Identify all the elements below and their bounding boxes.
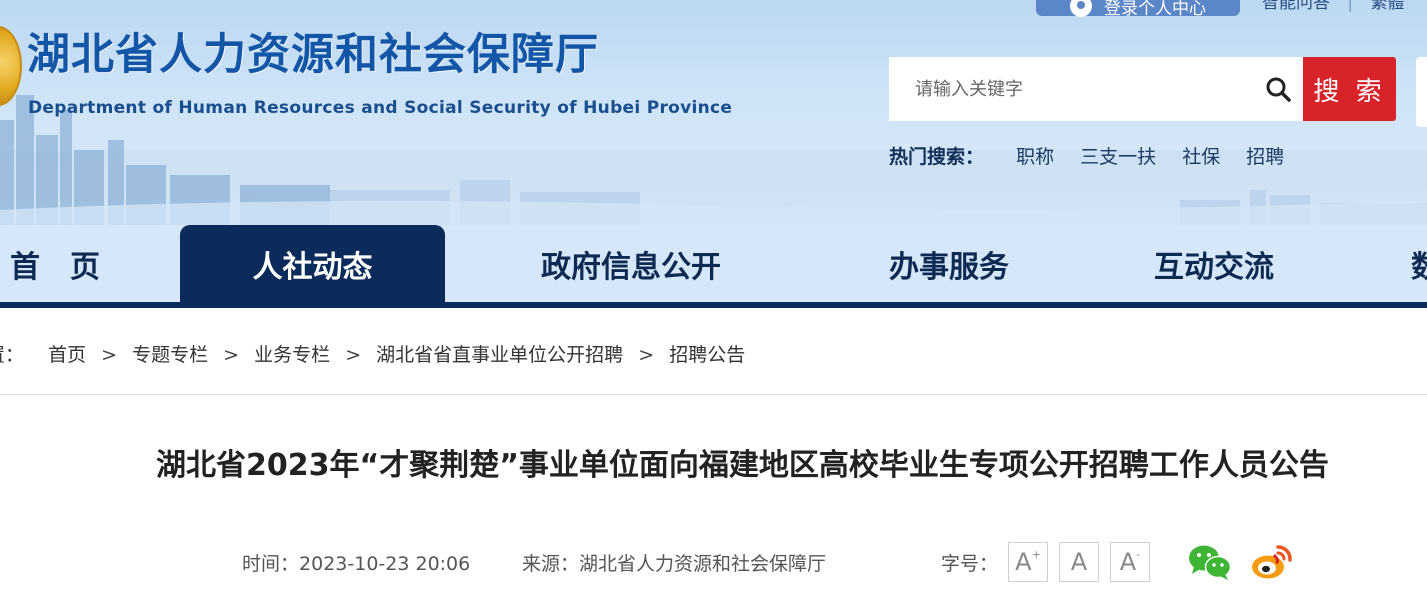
article-title: 湖北省2023年“才聚荆楚”事业单位面向福建地区高校毕业生专项公开招聘工作人员公… xyxy=(156,448,1329,483)
breadcrumb-prefix: 置： xyxy=(0,344,25,366)
breadcrumb-separator: > xyxy=(638,344,655,366)
link-traditional-chinese[interactable]: 繁體 xyxy=(1371,0,1405,13)
nav-item-interaction[interactable]: 互动交流 xyxy=(1100,225,1328,302)
hot-search-item[interactable]: 社保 xyxy=(1182,146,1220,168)
breadcrumb-item-special[interactable]: 专题专栏 xyxy=(132,344,208,366)
top-links: 智能问答 | 繁體 xyxy=(1262,0,1405,13)
publish-time: 时间：2023-10-23 20:06 xyxy=(242,549,470,576)
breadcrumb: 置： 首页 > 专题专栏 > 业务专栏 > 湖北省省直事业单位公开招聘 > 招聘… xyxy=(0,340,745,367)
top-link-separator: | xyxy=(1347,0,1354,13)
publish-time-label: 时间： xyxy=(242,553,300,575)
nav-item-home[interactable]: 首 页 xyxy=(0,225,110,302)
nav-item-gov-info[interactable]: 政府信息公开 xyxy=(500,225,762,302)
breadcrumb-separator: > xyxy=(345,344,362,366)
hot-search-label: 热门搜索： xyxy=(889,146,985,168)
font-size-label: 字号： xyxy=(941,553,999,575)
source-label: 来源： xyxy=(522,553,580,575)
site-subtitle: Department of Human Resources and Social… xyxy=(28,98,733,118)
user-icon xyxy=(1070,0,1092,17)
breadcrumb-separator: > xyxy=(101,344,118,366)
hot-search-item[interactable]: 职称 xyxy=(1016,146,1054,168)
hot-search: 热门搜索： 职称 三支一扶 社保 招聘 xyxy=(889,142,1304,169)
font-normal-letter: A xyxy=(1070,548,1088,576)
login-label: 登录个人中心 xyxy=(1104,0,1206,19)
hot-search-item[interactable]: 三支一扶 xyxy=(1080,146,1156,168)
font-decrease-mark: - xyxy=(1136,547,1141,561)
wechat-icon[interactable] xyxy=(1188,543,1232,581)
breadcrumb-item-announcements[interactable]: 招聘公告 xyxy=(669,344,745,366)
font-increase-letter: A xyxy=(1015,548,1032,576)
right-edge-panel xyxy=(1416,57,1427,127)
breadcrumb-item-recruitment[interactable]: 湖北省省直事业单位公开招聘 xyxy=(376,344,623,366)
link-smart-qa[interactable]: 智能问答 xyxy=(1262,0,1330,13)
breadcrumb-item-business[interactable]: 业务专栏 xyxy=(254,344,330,366)
font-increase-button[interactable]: A + xyxy=(1008,542,1048,582)
nav-item-data[interactable]: 数 xyxy=(1411,225,1427,302)
source-value: 湖北省人力资源和社会保障厅 xyxy=(579,553,827,575)
site-title: 湖北省人力资源和社会保障厅 xyxy=(27,30,599,80)
breadcrumb-separator: > xyxy=(223,344,240,366)
font-increase-mark: + xyxy=(1031,547,1041,561)
hot-search-item[interactable]: 招聘 xyxy=(1246,146,1284,168)
weibo-icon[interactable] xyxy=(1250,543,1294,581)
font-normal-button[interactable]: A xyxy=(1059,542,1099,582)
search-box xyxy=(889,57,1303,121)
search-button[interactable]: 搜 索 xyxy=(1303,57,1396,121)
nav-item-news[interactable]: 人社动态 xyxy=(180,225,445,302)
font-decrease-letter: A xyxy=(1119,548,1137,576)
search-icon[interactable] xyxy=(1265,76,1291,102)
content-divider xyxy=(0,394,1427,395)
nav-item-services[interactable]: 办事服务 xyxy=(830,225,1068,302)
publish-time-value: 2023-10-23 20:06 xyxy=(299,553,471,575)
breadcrumb-item-home[interactable]: 首页 xyxy=(48,344,86,366)
login-button[interactable]: 登录个人中心 xyxy=(1036,0,1240,19)
font-decrease-button[interactable]: A- xyxy=(1110,542,1150,582)
nav-underline xyxy=(0,302,1427,308)
article-source: 来源：湖北省人力资源和社会保障厅 xyxy=(522,549,826,576)
search-input[interactable] xyxy=(889,57,1249,121)
